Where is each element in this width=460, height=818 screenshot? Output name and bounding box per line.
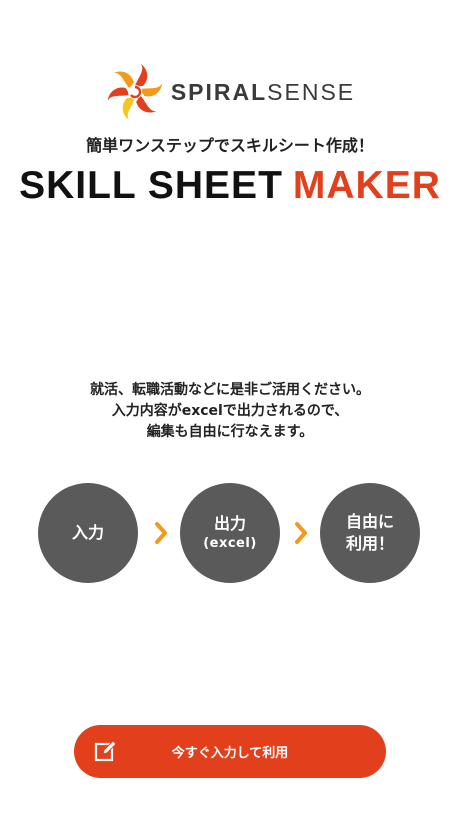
description-line: 入力内容がexcelで出力されるので、 xyxy=(111,403,349,419)
edit-icon xyxy=(94,740,117,762)
brand-logo: SPIRALSENSE xyxy=(0,62,460,122)
spiral-flame-logo-icon xyxy=(107,64,163,120)
brand-name: SPIRALSENSE xyxy=(171,79,355,106)
start-input-label: 今すぐ入力して利用 xyxy=(171,745,289,760)
description-line: 就活、転職活動などに是非ご活用ください。 xyxy=(90,382,370,398)
chevron-right-icon xyxy=(155,522,167,544)
start-input-button[interactable]: 今すぐ入力して利用 xyxy=(74,725,386,778)
title-maker: MAKER xyxy=(292,164,441,207)
brand-name-bold: SPIRAL xyxy=(170,78,268,105)
process-steps: 入力 出力 (excel) 自由に 利用！ xyxy=(38,483,422,583)
description: 就活、転職活動などに是非ご活用ください。 入力内容がexcelで出力されるので、… xyxy=(0,380,460,443)
chevron-right-icon xyxy=(295,522,307,544)
brand-name-light: SENSE xyxy=(267,78,356,105)
description-line: 編集も自由に行なえます。 xyxy=(146,424,314,440)
step-label: 自由に xyxy=(345,512,394,531)
step-label: 入力 xyxy=(71,523,104,542)
step-label: 利用！ xyxy=(345,534,394,553)
tagline: 簡単ワンステップでスキルシート作成！ xyxy=(86,136,374,155)
step-output: 出力 (excel) xyxy=(180,483,280,583)
title-skill-sheet: SKILL SHEET xyxy=(19,164,283,207)
step-label: 出力 xyxy=(213,514,246,533)
step-free-use: 自由に 利用！ xyxy=(320,483,420,583)
step-input: 入力 xyxy=(38,483,138,583)
page-title: SKILL SHEET MAKER xyxy=(0,164,460,208)
step-sublabel: (excel) xyxy=(203,536,257,551)
